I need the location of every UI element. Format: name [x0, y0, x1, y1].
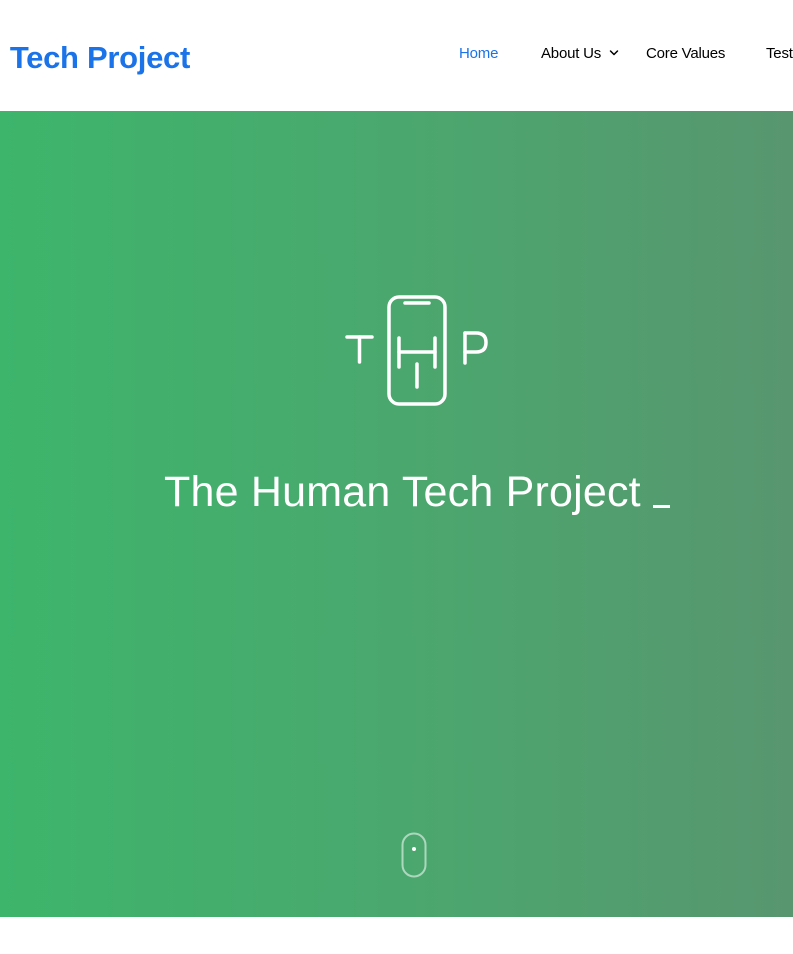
typing-cursor [652, 505, 670, 508]
mouse-scroll-icon[interactable] [401, 832, 427, 878]
nav-about-us[interactable]: About Us [541, 45, 601, 63]
chevron-down-icon[interactable] [609, 49, 619, 57]
site-header: n Tech Project Home About Us Core Values… [0, 0, 793, 111]
nav-core-values[interactable]: Core Values [646, 45, 725, 63]
thp-logo-icon [345, 295, 488, 406]
nav-home[interactable]: Home [459, 45, 498, 63]
hero-title-text: The Human Tech Project [164, 468, 641, 516]
nav-test[interactable]: Test [766, 45, 793, 63]
hero-section: The Human Tech Project [0, 111, 793, 917]
page-bottom-area [0, 917, 793, 954]
hero-title: The Human Tech Project [0, 466, 793, 518]
site-title-link[interactable]: n Tech Project [0, 40, 190, 76]
